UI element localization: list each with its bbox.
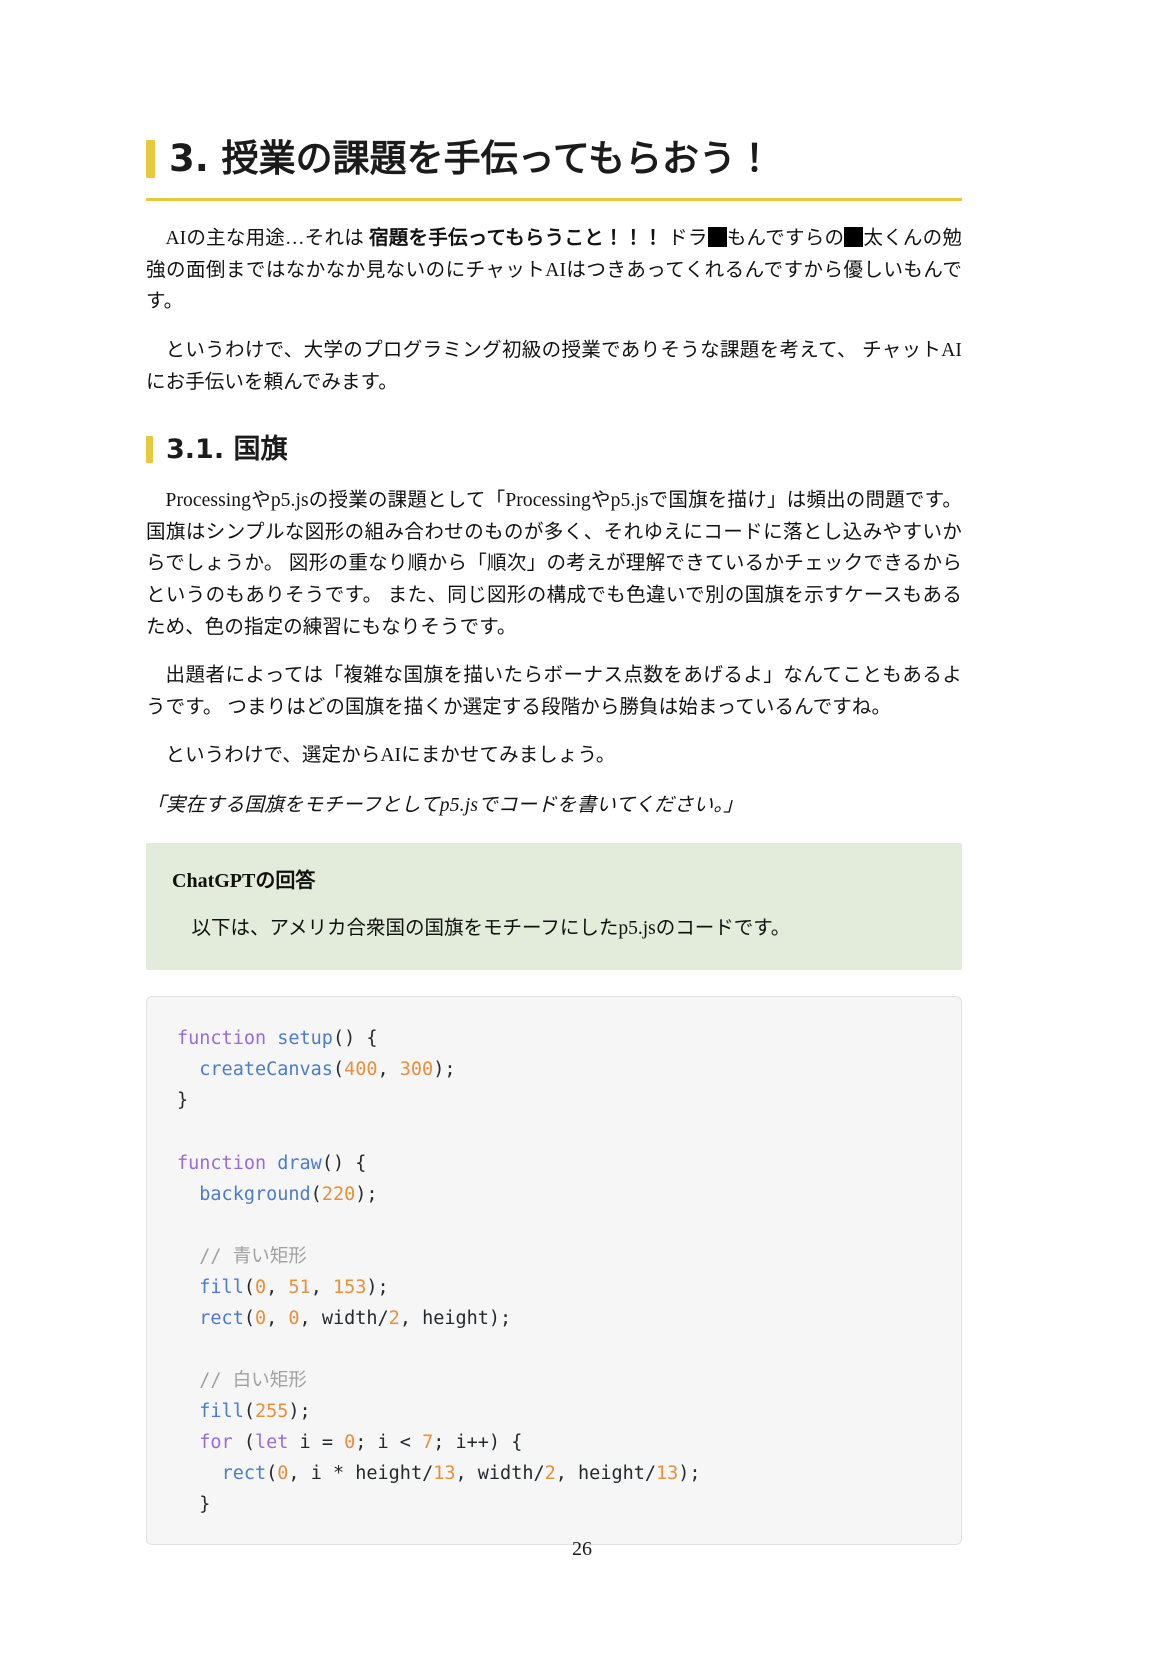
code-line: fill(0, 51, 153);: [199, 1276, 389, 1298]
title-divider: [146, 198, 962, 202]
paragraph-intro-part1: AIの主な用途…それは: [165, 228, 370, 250]
code-line: // 青い矩形: [199, 1245, 307, 1267]
code-line: for (let i = 0; i < 7; i++) {: [199, 1432, 523, 1454]
paragraph-bonus-points: 出題者によっては「複雑な国旗を描いたらボーナス点数をあげるよ」なんてこともあるよ…: [146, 665, 962, 718]
code-line: background(220);: [199, 1183, 378, 1205]
accent-bar-icon: [146, 140, 155, 179]
page-title-text: 3. 授業の課題を手伝ってもらおう！: [169, 137, 773, 180]
subsection-title-text: 3.1. 国旗: [166, 434, 288, 466]
code-line: rect(0, 0, width/2, height);: [199, 1307, 512, 1329]
subsection-title: 3.1. 国旗: [146, 432, 962, 467]
document-page: 3. 授業の課題を手伝ってもらおう！ AIの主な用途…それは 宿題を手伝ってもら…: [0, 0, 1164, 1653]
section-heading-wrapper: 3. 授業の課題を手伝ってもらおう！: [146, 130, 962, 202]
accent-bar-icon: [146, 436, 153, 464]
paragraph-intro-part3: もんですらの: [726, 228, 845, 250]
code-line: fill(255);: [199, 1401, 311, 1423]
code-line: function draw() {: [177, 1152, 367, 1174]
chatgpt-answer-box: ChatGPTの回答 以下は、アメリカ合衆国の国旗をモチーフにしたp5.jsのコ…: [146, 843, 962, 971]
chatgpt-answer-body: 以下は、アメリカ合衆国の国旗をモチーフにしたp5.jsのコードです。: [191, 918, 791, 940]
page-title: 3. 授業の課題を手伝ってもらおう！: [146, 130, 962, 192]
paragraph-intro-part2: ドラ: [663, 228, 708, 250]
paragraph-assignment-idea: というわけで、大学のプログラミング初級の授業でありそうな課題を考えて、 チャット…: [146, 339, 962, 393]
code-line: }: [177, 1090, 189, 1112]
page-number: 26: [572, 1538, 592, 1560]
page-content: 3. 授業の課題を手伝ってもらおう！ AIの主な用途…それは 宿題を手伝ってもら…: [146, 130, 962, 1546]
code-line: }: [177, 1494, 211, 1516]
redacted-text-box: [707, 227, 727, 248]
code-line: function setup() {: [177, 1028, 378, 1050]
redacted-text-box: [844, 227, 864, 248]
code-block[interactable]: function setup() { createCanvas(400, 300…: [146, 996, 962, 1546]
paragraph-intro-bold: 宿題を手伝ってもらうこと！！！: [369, 228, 664, 250]
code-line: // 白い矩形: [199, 1370, 307, 1392]
chatgpt-answer-title: ChatGPTの回答: [172, 870, 316, 893]
paragraph-let-ai-choose: というわけで、選定からAIにまかせてみましょう。: [165, 745, 616, 767]
paragraph-flag-rationale: Processingやp5.jsの授業の課題として「Processingやp5.…: [146, 490, 962, 638]
code-line: createCanvas(400, 300);: [199, 1059, 456, 1081]
code-line: rect(0, i * height/13, width/2, height/1…: [221, 1463, 701, 1485]
user-prompt-quote: 「実在する国旗をモチーフとしてp5.jsでコードを書いてください。」: [146, 794, 744, 816]
paragraph-intro: AIの主な用途…それは 宿題を手伝ってもらうこと！！！ ドラ もんですらの 太くんの…: [146, 223, 962, 318]
